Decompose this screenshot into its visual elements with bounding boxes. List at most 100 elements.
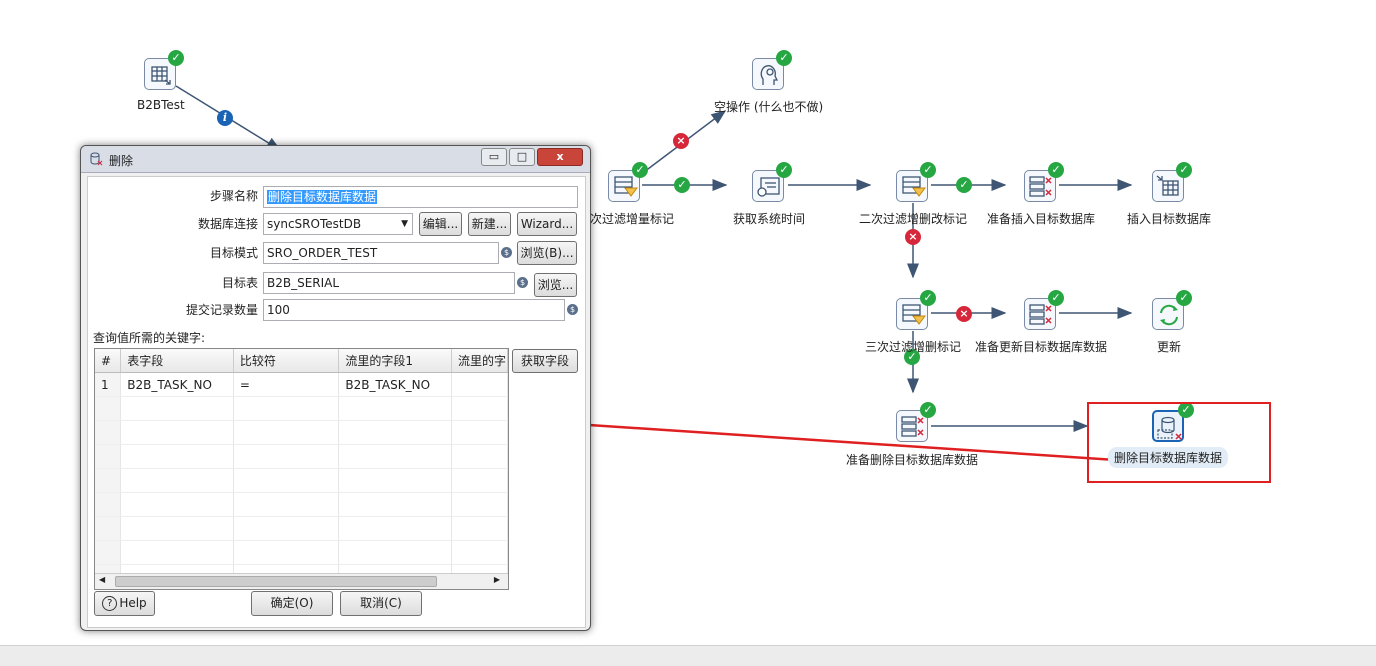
maximize-button[interactable]: □ <box>509 148 535 166</box>
table-cell[interactable] <box>451 516 508 541</box>
error-hop-icon: × <box>956 306 972 322</box>
schema-input[interactable]: SRO_ORDER_TEST <box>263 242 499 264</box>
dialog-titlebar[interactable]: 删除 ▭ □ x <box>81 146 590 173</box>
table-cell[interactable] <box>338 420 452 445</box>
table-cell[interactable] <box>233 444 340 469</box>
step-label-filter1: 次过滤增量标记 <box>590 212 675 226</box>
table-cell[interactable] <box>120 396 234 421</box>
table-cell[interactable] <box>120 444 234 469</box>
table-cell[interactable] <box>451 492 508 517</box>
highlight-box <box>1087 402 1271 483</box>
status-bar <box>0 645 1376 666</box>
table-cell[interactable] <box>338 468 452 493</box>
help-button[interactable]: ? Help <box>94 591 155 616</box>
table-value: B2B_SERIAL <box>267 276 340 290</box>
step-label-get-time: 获取系统时间 <box>733 212 806 226</box>
table-cell[interactable] <box>233 492 340 517</box>
table-row[interactable]: 1 B2B_TASK_NO = B2B_TASK_NO <box>95 372 508 397</box>
schema-value: SRO_ORDER_TEST <box>267 246 378 260</box>
table-cell[interactable] <box>338 540 452 565</box>
table-cell[interactable]: B2B_TASK_NO <box>338 372 452 397</box>
row-number-cell[interactable]: 1 <box>95 372 122 397</box>
table-cell[interactable]: = <box>233 372 340 397</box>
table-row[interactable] <box>95 420 508 445</box>
table-cell[interactable] <box>451 444 508 469</box>
dialog-body: 步骤名称 删除目标数据库数据 数据库连接 syncSROTestDB ▼ 编辑.… <box>87 176 586 628</box>
new-connection-button[interactable]: 新建... <box>468 212 511 236</box>
row-number-cell[interactable] <box>95 468 122 493</box>
table-cell[interactable] <box>451 396 508 421</box>
edit-connection-button[interactable]: 编辑... <box>419 212 462 236</box>
table-cell[interactable] <box>451 540 508 565</box>
row-number-cell[interactable] <box>95 540 122 565</box>
table-cell[interactable]: B2B_TASK_NO <box>120 372 234 397</box>
row-number-cell[interactable] <box>95 516 122 541</box>
table-cell[interactable] <box>233 516 340 541</box>
minimize-button[interactable]: ▭ <box>481 148 507 166</box>
info-icon[interactable]: i <box>217 110 233 126</box>
table-cell[interactable] <box>120 468 234 493</box>
delete-dialog[interactable]: 删除 ▭ □ x 步骤名称 删除目标数据库数据 数据库连接 syncSROTes… <box>80 145 591 631</box>
table-row[interactable] <box>95 540 508 565</box>
table-row[interactable] <box>95 468 508 493</box>
table-cell[interactable] <box>338 396 452 421</box>
step-label-prep-update: 准备更新目标数据库数据 <box>975 340 1108 354</box>
table-cell[interactable] <box>451 372 508 397</box>
column-header[interactable]: # <box>95 349 122 373</box>
table-cell[interactable] <box>120 492 234 517</box>
column-header[interactable]: 比较符 <box>233 349 340 373</box>
ok-icon: ✓ <box>632 162 648 178</box>
table-cell[interactable] <box>120 420 234 445</box>
scroll-left-icon[interactable]: ◀ <box>99 575 105 584</box>
table-row[interactable] <box>95 444 508 469</box>
table-row[interactable] <box>95 492 508 517</box>
connection-value: syncSROTestDB <box>267 217 362 231</box>
table-cell[interactable] <box>120 516 234 541</box>
scroll-right-icon[interactable]: ▶ <box>494 575 500 584</box>
table-cell[interactable] <box>338 492 452 517</box>
close-button[interactable]: x <box>537 148 583 166</box>
scrollbar-thumb[interactable] <box>115 576 437 587</box>
step-label-update: 更新 <box>1157 340 1182 354</box>
row-number-cell[interactable] <box>95 492 122 517</box>
table-cell[interactable] <box>233 420 340 445</box>
table-cell[interactable] <box>233 396 340 421</box>
connection-select[interactable]: syncSROTestDB ▼ <box>263 213 413 235</box>
commit-size-input[interactable]: 100 <box>263 299 565 321</box>
wizard-button[interactable]: Wizard... <box>517 212 577 236</box>
table-cell[interactable] <box>233 468 340 493</box>
ok-button[interactable]: 确定(O) <box>251 591 333 616</box>
table-row[interactable] <box>95 396 508 421</box>
commit-size-label: 提交记录数量 <box>185 303 258 317</box>
table-cell[interactable] <box>233 540 340 565</box>
column-header[interactable]: 流里的字段1 <box>338 349 452 373</box>
row-number-cell[interactable] <box>95 444 122 469</box>
dialog-title: 删除 <box>109 154 134 168</box>
chevron-down-icon: ▼ <box>401 219 408 229</box>
table-cell[interactable] <box>451 468 508 493</box>
row-number-cell[interactable] <box>95 420 122 445</box>
get-fields-button[interactable]: 获取字段 <box>512 349 578 373</box>
table-input[interactable]: B2B_SERIAL <box>263 272 515 294</box>
table-browse-button[interactable]: 浏览... <box>534 273 577 297</box>
horizontal-scrollbar[interactable]: ◀ ▶ <box>95 573 508 589</box>
row-number-cell[interactable] <box>95 396 122 421</box>
table-cell[interactable] <box>338 444 452 469</box>
schema-browse-button[interactable]: 浏览(B)... <box>517 241 577 265</box>
table-cell[interactable] <box>338 516 452 541</box>
help-label: Help <box>119 596 147 610</box>
column-header[interactable]: 表字段 <box>120 349 234 373</box>
variable-icon: $ <box>567 304 578 315</box>
ok-icon: ✓ <box>920 290 936 306</box>
ok-icon: ✓ <box>920 162 936 178</box>
column-header[interactable]: 流里的字 <box>451 349 508 373</box>
step-name-input[interactable]: 删除目标数据库数据 <box>263 186 578 208</box>
keys-table[interactable]: # 表字段 比较符 流里的字段1 流里的字 1 B2B_TASK_NO = B2B_TASK_… <box>94 348 509 590</box>
table-row[interactable] <box>95 516 508 541</box>
cancel-button[interactable]: 取消(C) <box>340 591 422 616</box>
ok-icon: ✓ <box>1048 162 1064 178</box>
table-cell[interactable] <box>120 540 234 565</box>
table-cell[interactable] <box>451 420 508 445</box>
step-label-noop: 空操作 (什么也不做) <box>714 100 824 114</box>
variable-icon: $ <box>501 247 512 258</box>
